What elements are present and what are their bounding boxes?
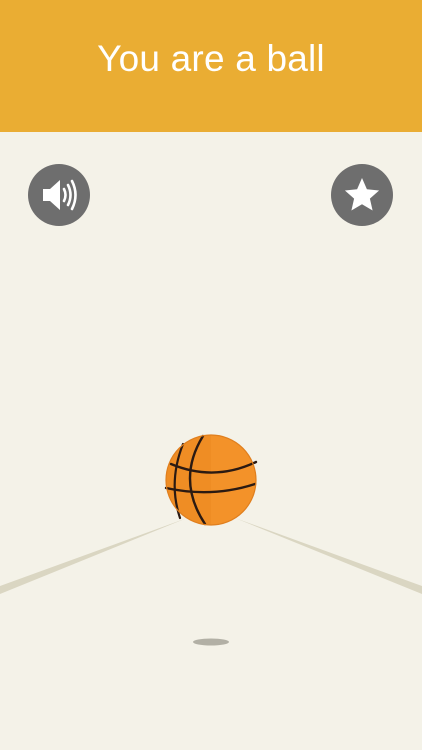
ball-shadow (193, 638, 229, 646)
basketball-icon (164, 434, 258, 526)
track-left-edge (0, 518, 187, 594)
game-title: You are a ball (97, 38, 325, 79)
game-scene (0, 434, 422, 646)
title-bar: You are a ball (0, 0, 422, 132)
track-right-edge (235, 518, 422, 594)
